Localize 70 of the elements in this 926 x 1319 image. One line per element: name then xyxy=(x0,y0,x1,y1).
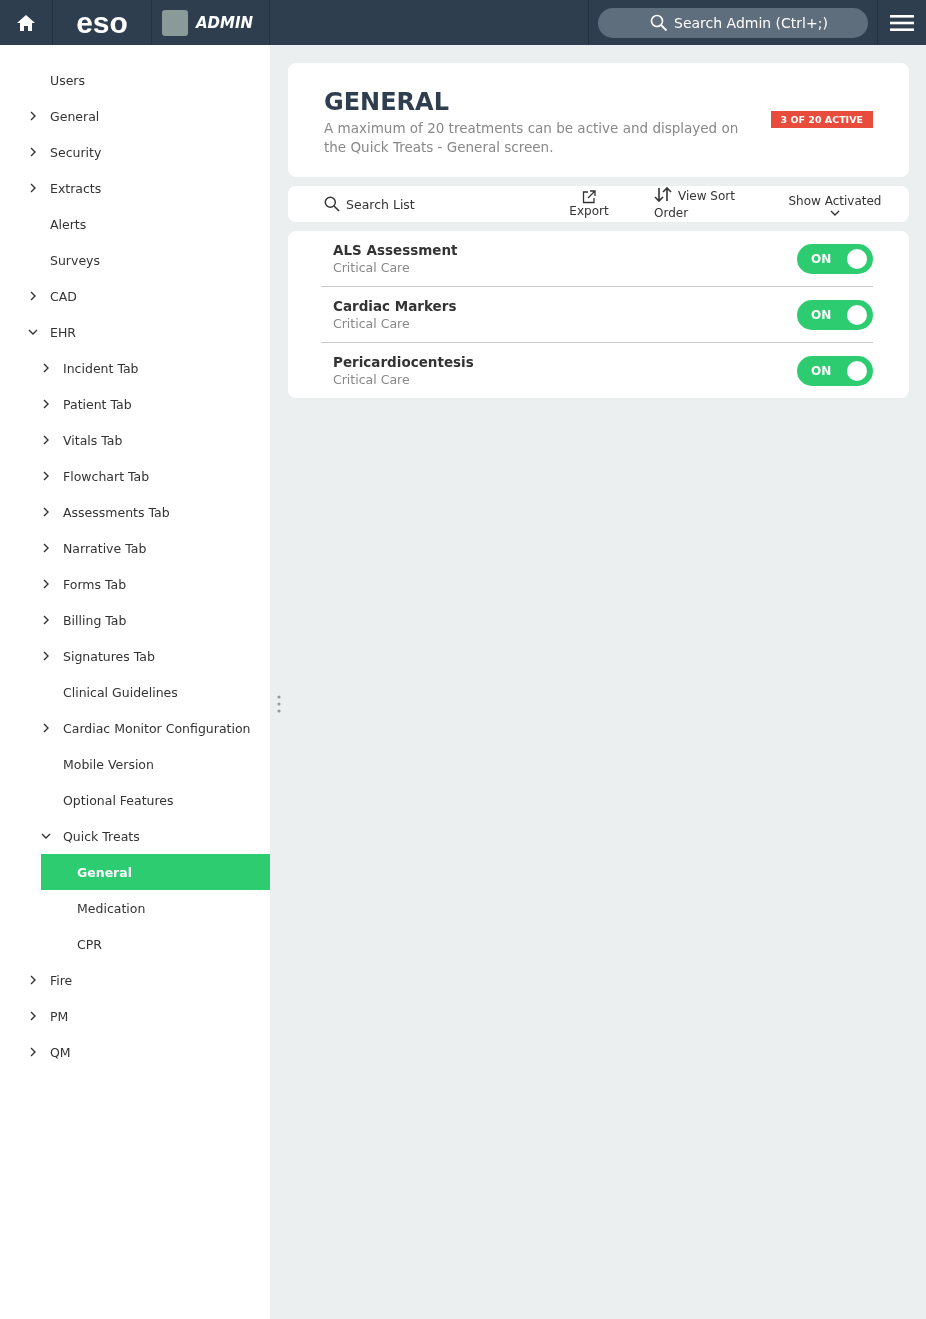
chevron-icon xyxy=(41,471,51,481)
sidebar-item[interactable]: Mobile Version xyxy=(0,746,270,782)
filter-dropdown[interactable]: Show Activated xyxy=(785,192,885,216)
menu-icon[interactable] xyxy=(890,13,914,32)
chevron-icon xyxy=(41,507,51,517)
chevron-icon xyxy=(28,183,38,193)
chevron-down-icon xyxy=(830,209,840,216)
chevron-icon xyxy=(28,147,38,157)
sidebar-item[interactable]: Clinical Guidelines xyxy=(0,674,270,710)
sidebar-item[interactable]: Users xyxy=(0,62,270,98)
sidebar-item[interactable]: Forms Tab xyxy=(0,566,270,602)
chevron-icon xyxy=(28,1047,38,1057)
sidebar-item[interactable]: Assessments Tab xyxy=(0,494,270,530)
search-icon xyxy=(324,196,340,212)
app-label: ADMIN xyxy=(196,13,254,32)
sidebar-item[interactable]: QM xyxy=(0,1034,270,1070)
chevron-icon xyxy=(41,723,51,733)
active-count-badge: 3 OF 20 ACTIVE xyxy=(770,111,873,128)
sidebar-item[interactable]: Cardiac Monitor Configuration xyxy=(0,710,270,746)
sidebar-item[interactable]: CAD xyxy=(0,278,270,314)
sidebar-item[interactable]: Narrative Tab xyxy=(0,530,270,566)
chevron-icon xyxy=(41,399,51,409)
treatment-name: Cardiac Markers xyxy=(333,298,457,314)
resize-handle-icon[interactable] xyxy=(277,695,281,713)
chevron-icon xyxy=(41,651,51,661)
sidebar-item[interactable]: General xyxy=(0,98,270,134)
sidebar-item[interactable]: PM xyxy=(0,998,270,1034)
chevron-icon xyxy=(28,975,38,985)
sidebar-item[interactable]: Extracts xyxy=(0,170,270,206)
page-description: A maximum of 20 treatments can be active and displayed on the Quick Treats - General screen. xyxy=(324,119,740,157)
home-icon[interactable] xyxy=(16,13,36,32)
treatment-category: Critical Care xyxy=(333,260,411,275)
sort-order-button[interactable]: View Sort Order xyxy=(654,186,746,222)
sidebar-item[interactable]: Optional Features xyxy=(0,782,270,818)
sidebar-item[interactable]: Patient Tab xyxy=(0,386,270,422)
chevron-icon xyxy=(41,831,51,841)
export-button[interactable]: Export xyxy=(564,190,614,218)
treatment-category: Critical Care xyxy=(333,316,411,331)
sidebar-item[interactable]: Signatures Tab xyxy=(0,638,270,674)
chevron-icon xyxy=(28,291,38,301)
sidebar-item[interactable]: Vitals Tab xyxy=(0,422,270,458)
chevron-icon xyxy=(28,327,38,337)
export-icon xyxy=(582,190,596,204)
page-title: GENERAL xyxy=(324,87,450,117)
sidebar-item[interactable]: Quick Treats xyxy=(0,818,270,854)
app-icon xyxy=(162,9,188,36)
treatment-name: ALS Assessment xyxy=(333,242,458,258)
chevron-icon xyxy=(41,579,51,589)
chevron-icon xyxy=(41,615,51,625)
chevron-icon xyxy=(28,111,38,121)
sidebar-item[interactable]: Fire xyxy=(0,962,270,998)
chevron-icon xyxy=(41,435,51,445)
logo[interactable]: eso xyxy=(76,7,128,38)
chevron-icon xyxy=(41,543,51,553)
sidebar-item[interactable]: Incident Tab xyxy=(0,350,270,386)
search-icon xyxy=(650,13,668,32)
sidebar-item[interactable]: Billing Tab xyxy=(0,602,270,638)
sidebar-item[interactable]: Flowchart Tab xyxy=(0,458,270,494)
sort-arrows-icon xyxy=(654,186,672,202)
sidebar-item[interactable]: CPR xyxy=(41,926,270,962)
treatment-name: Pericardiocentesis xyxy=(333,354,474,370)
sidebar-item[interactable]: EHR xyxy=(0,314,270,350)
search-field[interactable]: Search Admin (Ctrl+;) xyxy=(598,7,868,38)
chevron-icon xyxy=(28,1011,38,1021)
sidebar-item[interactable]: Surveys xyxy=(0,242,270,278)
treatment-category: Critical Care xyxy=(333,372,411,387)
sidebar-item[interactable]: Security xyxy=(0,134,270,170)
sidebar-item[interactable]: Alerts xyxy=(0,206,270,242)
chevron-icon xyxy=(41,363,51,373)
sidebar-item[interactable]: Medication xyxy=(41,890,270,926)
